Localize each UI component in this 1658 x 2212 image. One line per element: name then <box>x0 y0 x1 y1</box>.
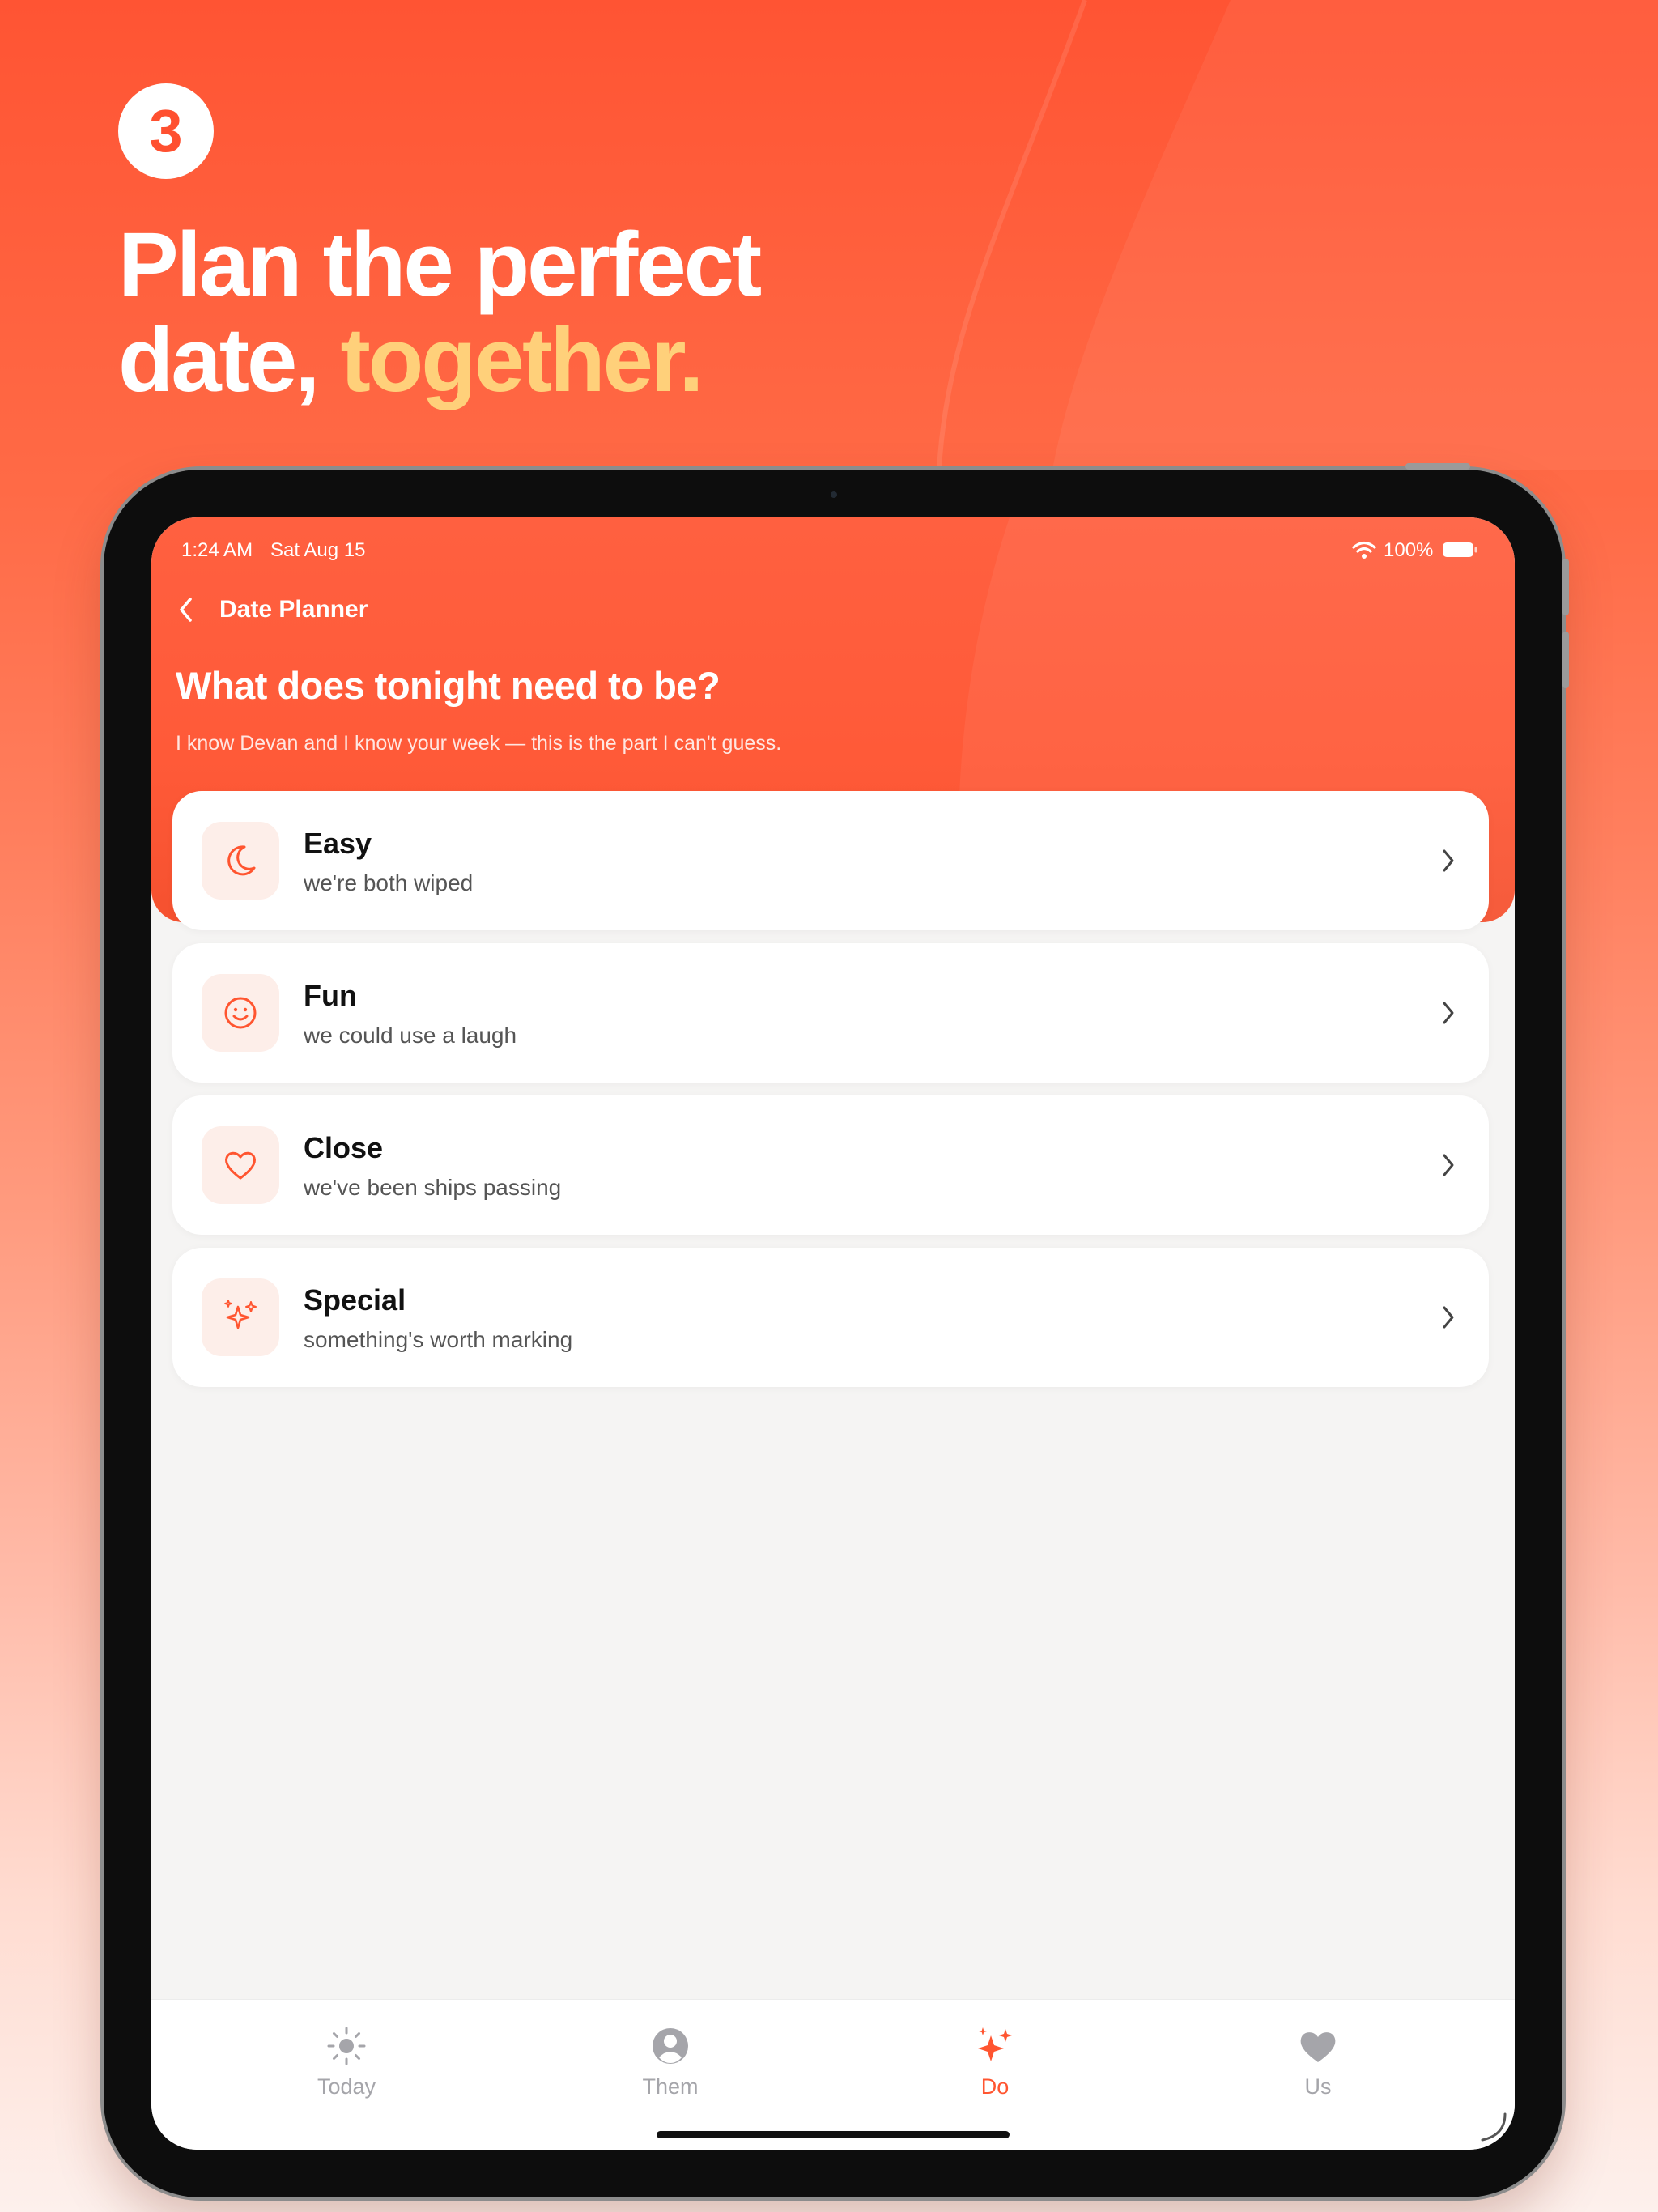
sparkles-icon <box>224 1300 257 1329</box>
scroll-corner-icon <box>1481 2112 1507 2142</box>
heart-icon <box>1300 2032 1336 2062</box>
heart-outline-icon <box>225 1151 256 1180</box>
status-time: 1:24 AM <box>181 539 253 561</box>
front-camera <box>831 491 837 498</box>
chevron-right-icon <box>1443 1002 1454 1024</box>
headline-accent: together. <box>340 309 704 410</box>
home-indicator <box>657 2131 1010 2138</box>
chevron-right-icon <box>1443 849 1454 872</box>
option-close[interactable]: Close we've been ships passing <box>172 1095 1489 1235</box>
tablet-screen: 1:24 AM Sat Aug 15 100% Date Planner Wha… <box>151 517 1515 2150</box>
smile-icon <box>224 997 257 1029</box>
option-icon-tile <box>202 1278 279 1356</box>
option-subtitle: we could use a laugh <box>304 1023 517 1048</box>
tab-today[interactable]: Today <box>266 2024 427 2113</box>
status-date: Sat Aug 15 <box>270 539 366 561</box>
page-subtitle: I know Devan and I know your week — this… <box>176 732 782 755</box>
option-title: Special <box>304 1283 406 1317</box>
volume-up-button <box>1562 559 1569 615</box>
wifi-icon <box>1352 541 1376 559</box>
option-special[interactable]: Special something's worth marking <box>172 1248 1489 1387</box>
option-subtitle: something's worth marking <box>304 1327 573 1352</box>
tab-them[interactable]: Them <box>589 2024 751 2113</box>
sun-icon <box>327 2027 366 2065</box>
option-title: Easy <box>304 827 372 860</box>
back-button[interactable]: Date Planner <box>176 592 368 627</box>
page-title: What does tonight need to be? <box>176 664 721 707</box>
volume-down-button <box>1562 632 1569 688</box>
option-icon-tile <box>202 1126 279 1204</box>
tab-us[interactable]: Us <box>1237 2024 1399 2113</box>
tab-label: Them <box>642 2074 699 2099</box>
battery-icon <box>1443 542 1477 557</box>
option-title: Fun <box>304 979 357 1012</box>
chevron-left-icon <box>180 598 192 622</box>
tab-label: Us <box>1304 2074 1332 2099</box>
option-title: Close <box>304 1131 384 1164</box>
step-badge: 3 <box>118 83 214 179</box>
tab-label: Do <box>980 2074 1010 2099</box>
headline-line-2-start: date, <box>118 309 341 410</box>
option-icon-tile <box>202 974 279 1052</box>
person-icon <box>653 2028 688 2064</box>
tab-label: Today <box>317 2074 376 2099</box>
headline-line-2: date, together. <box>118 313 759 408</box>
back-label: Date Planner <box>219 596 368 623</box>
chevron-right-icon <box>1443 1154 1454 1176</box>
option-subtitle: we've been ships passing <box>304 1175 562 1200</box>
option-fun[interactable]: Fun we could use a laugh <box>172 943 1489 1083</box>
headline: Plan the perfect date, together. <box>118 214 762 408</box>
moon-icon <box>227 845 256 876</box>
headline-line-1: Plan the perfect <box>118 214 762 315</box>
option-icon-tile <box>202 822 279 900</box>
tab-bar: Today Them Do Us <box>151 1999 1515 2150</box>
mood-options-list: Easy we're both wiped Fun we could use a… <box>172 791 1489 1400</box>
tab-do[interactable]: Do <box>914 2024 1076 2113</box>
option-subtitle: we're both wiped <box>304 870 474 895</box>
option-easy[interactable]: Easy we're both wiped <box>172 791 1489 930</box>
battery-percentage: 100% <box>1384 539 1434 561</box>
top-button <box>1405 463 1470 470</box>
sparkles-icon <box>978 2027 1012 2061</box>
chevron-right-icon <box>1443 1306 1454 1329</box>
